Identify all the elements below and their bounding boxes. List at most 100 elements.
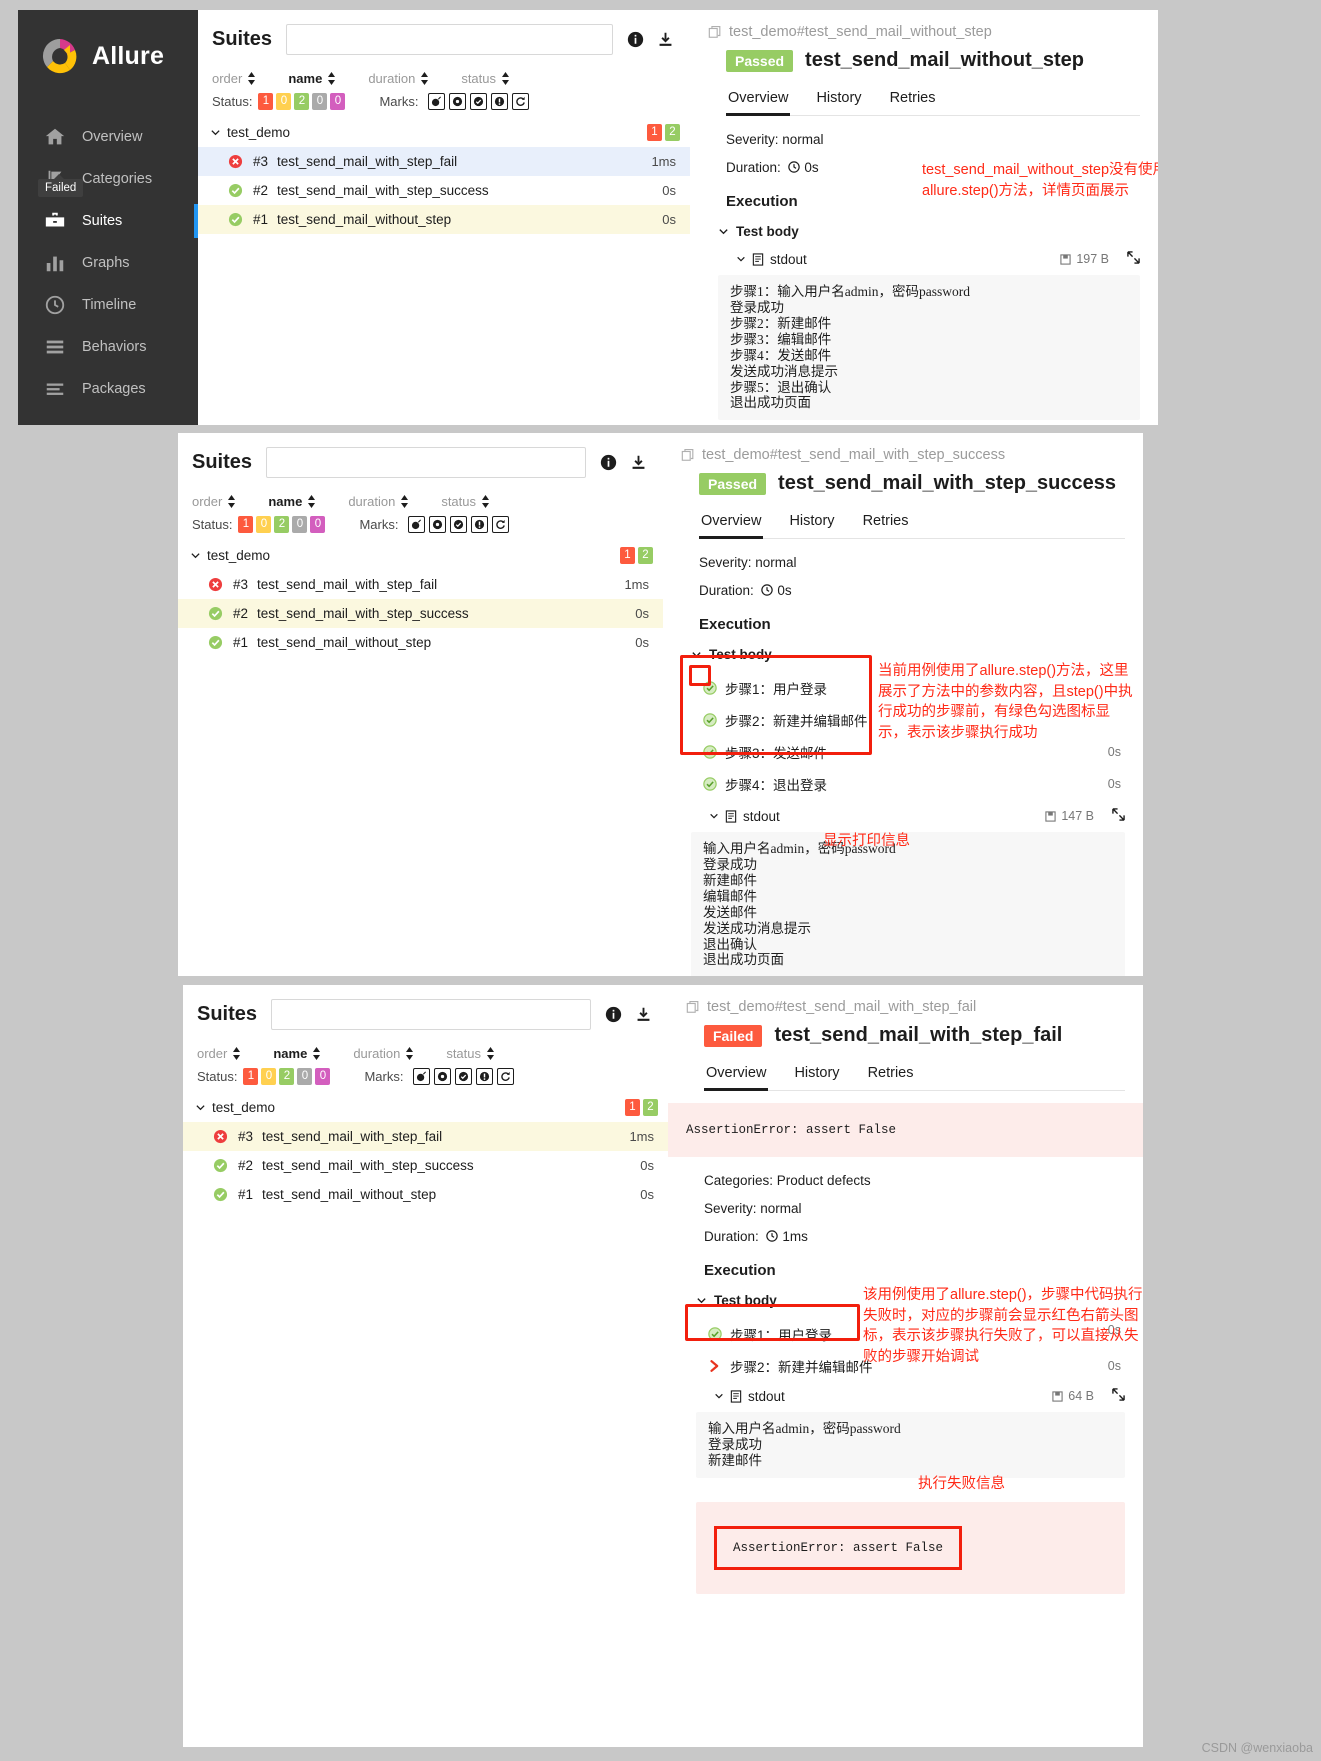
check-shield-icon[interactable] (470, 93, 488, 110)
tree-node-test-demo[interactable]: test_demo 1 2 (198, 118, 690, 147)
sorter-name[interactable]: name (273, 1046, 321, 1061)
sorter-status[interactable]: status (446, 1046, 495, 1061)
sorter-duration[interactable]: duration (348, 494, 409, 509)
step-item[interactable]: 步骤1：用户登录 (708, 1318, 1125, 1350)
status-chip-broken[interactable]: 0 (276, 93, 292, 110)
status-chip-skipped[interactable]: 0 (297, 1068, 313, 1085)
sorter-status[interactable]: status (441, 494, 490, 509)
tab-overview[interactable]: Overview (699, 509, 775, 539)
table-row[interactable]: #3 test_send_mail_with_step_fail 1ms (183, 1122, 668, 1151)
tree-count-failed: 1 (647, 124, 662, 141)
exclamation-icon[interactable] (476, 1068, 494, 1085)
sidebar-item-suites[interactable]: Suites (18, 200, 198, 242)
sorter-order[interactable]: order (212, 71, 256, 86)
status-chip-failed[interactable]: 1 (258, 93, 274, 110)
expand-icon[interactable] (1112, 1388, 1125, 1404)
status-chip-broken[interactable]: 0 (256, 516, 272, 533)
status-chip-skipped[interactable]: 0 (312, 93, 328, 110)
status-chip-broken[interactable]: 0 (261, 1068, 277, 1085)
table-row[interactable]: #1 test_send_mail_without_step 0s (178, 628, 663, 657)
table-row[interactable]: #3 test_send_mail_with_step_fail 1ms (178, 570, 663, 599)
tab-history[interactable]: History (802, 86, 875, 115)
info-icon[interactable] (605, 1006, 622, 1023)
test-body-toggle[interactable]: Test body (691, 647, 1125, 662)
sorter-name[interactable]: name (268, 494, 316, 509)
sidebar-item-timeline[interactable]: Timeline (18, 284, 198, 326)
sorter-name[interactable]: name (288, 71, 336, 86)
tab-history[interactable]: History (780, 1061, 853, 1090)
status-chip-passed[interactable]: 2 (279, 1068, 295, 1085)
bomb-icon[interactable] (408, 516, 426, 533)
gear-icon[interactable] (429, 516, 447, 533)
tree-node-test-demo[interactable]: test_demo 1 2 (183, 1093, 668, 1122)
tab-history[interactable]: History (775, 509, 848, 538)
tab-overview[interactable]: Overview (726, 86, 802, 116)
table-row[interactable]: #1 test_send_mail_without_step 0s (198, 205, 690, 234)
search-input[interactable] (266, 447, 586, 478)
tab-overview[interactable]: Overview (704, 1061, 780, 1091)
table-row[interactable]: #2 test_send_mail_with_step_success 0s (183, 1151, 668, 1180)
expand-icon[interactable] (1112, 808, 1125, 824)
retry-icon[interactable] (492, 516, 510, 533)
status-chip-passed[interactable]: 2 (294, 93, 310, 110)
status-chip-passed[interactable]: 2 (274, 516, 290, 533)
copy-icon[interactable] (708, 25, 722, 39)
status-chip-unknown[interactable]: 0 (315, 1068, 331, 1085)
info-icon[interactable] (627, 31, 644, 48)
status-chip-failed[interactable]: 1 (243, 1068, 259, 1085)
bomb-icon[interactable] (413, 1068, 431, 1085)
check-shield-icon[interactable] (455, 1068, 473, 1085)
exclamation-icon[interactable] (471, 516, 489, 533)
search-input[interactable] (271, 999, 591, 1030)
sidebar-item-overview[interactable]: Overview (18, 116, 198, 158)
breadcrumb[interactable]: test_demo#test_send_mail_with_step_fail (686, 999, 1125, 1015)
stdout-toggle[interactable]: stdout 64 B (714, 1388, 1125, 1404)
copy-icon[interactable] (686, 1000, 700, 1014)
bomb-icon[interactable] (428, 93, 446, 110)
step-item[interactable]: 步骤1：用户登录 (703, 672, 1125, 704)
gear-icon[interactable] (434, 1068, 452, 1085)
download-icon[interactable] (630, 454, 647, 471)
sidebar-item-graphs[interactable]: Graphs (18, 242, 198, 284)
test-body-toggle[interactable]: Test body (696, 1293, 1125, 1308)
tab-retries[interactable]: Retries (854, 1061, 928, 1090)
sorter-status[interactable]: status (461, 71, 510, 86)
step-item[interactable]: 步骤4：退出登录 0s (703, 768, 1125, 800)
retry-icon[interactable] (512, 93, 530, 110)
download-icon[interactable] (635, 1006, 652, 1023)
status-chip-unknown[interactable]: 0 (310, 516, 326, 533)
search-input[interactable] (286, 24, 613, 55)
status-chip-skipped[interactable]: 0 (292, 516, 308, 533)
table-row[interactable]: #1 test_send_mail_without_step 0s (183, 1180, 668, 1209)
check-shield-icon[interactable] (450, 516, 468, 533)
table-row[interactable]: #2 test_send_mail_with_step_success 0s (198, 176, 690, 205)
stdout-toggle[interactable]: stdout 147 B (709, 808, 1125, 824)
breadcrumb[interactable]: test_demo#test_send_mail_with_step_succe… (681, 447, 1125, 463)
tab-retries[interactable]: Retries (849, 509, 923, 538)
step-item[interactable]: 步骤2：新建并编辑邮件 (703, 704, 1125, 736)
sorter-duration[interactable]: duration (353, 1046, 414, 1061)
status-chip-failed[interactable]: 1 (238, 516, 254, 533)
sidebar-item-behaviors[interactable]: Behaviors (18, 326, 198, 368)
sorter-order[interactable]: order (197, 1046, 241, 1061)
tab-retries[interactable]: Retries (876, 86, 950, 115)
status-chip-unknown[interactable]: 0 (330, 93, 346, 110)
step-item[interactable]: 步骤2：新建并编辑邮件 0s (708, 1350, 1125, 1382)
stdout-toggle[interactable]: stdout 197 B (736, 251, 1140, 267)
gear-icon[interactable] (449, 93, 467, 110)
sorter-duration[interactable]: duration (368, 71, 429, 86)
expand-icon[interactable] (1127, 251, 1140, 267)
step-item[interactable]: 步骤3：发送邮件 0s (703, 736, 1125, 768)
retry-icon[interactable] (497, 1068, 515, 1085)
sidebar-item-packages[interactable]: Packages (18, 368, 198, 410)
info-icon[interactable] (600, 454, 617, 471)
table-row[interactable]: #3 test_send_mail_with_step_fail 1ms (198, 147, 690, 176)
sorter-order[interactable]: order (192, 494, 236, 509)
tree-node-test-demo[interactable]: test_demo 1 2 (178, 541, 663, 570)
exclamation-icon[interactable] (491, 93, 509, 110)
copy-icon[interactable] (681, 448, 695, 462)
table-row[interactable]: #2 test_send_mail_with_step_success 0s (178, 599, 663, 628)
download-icon[interactable] (657, 31, 674, 48)
test-body-toggle[interactable]: Test body (718, 224, 1140, 239)
breadcrumb[interactable]: test_demo#test_send_mail_without_step (708, 24, 1140, 40)
